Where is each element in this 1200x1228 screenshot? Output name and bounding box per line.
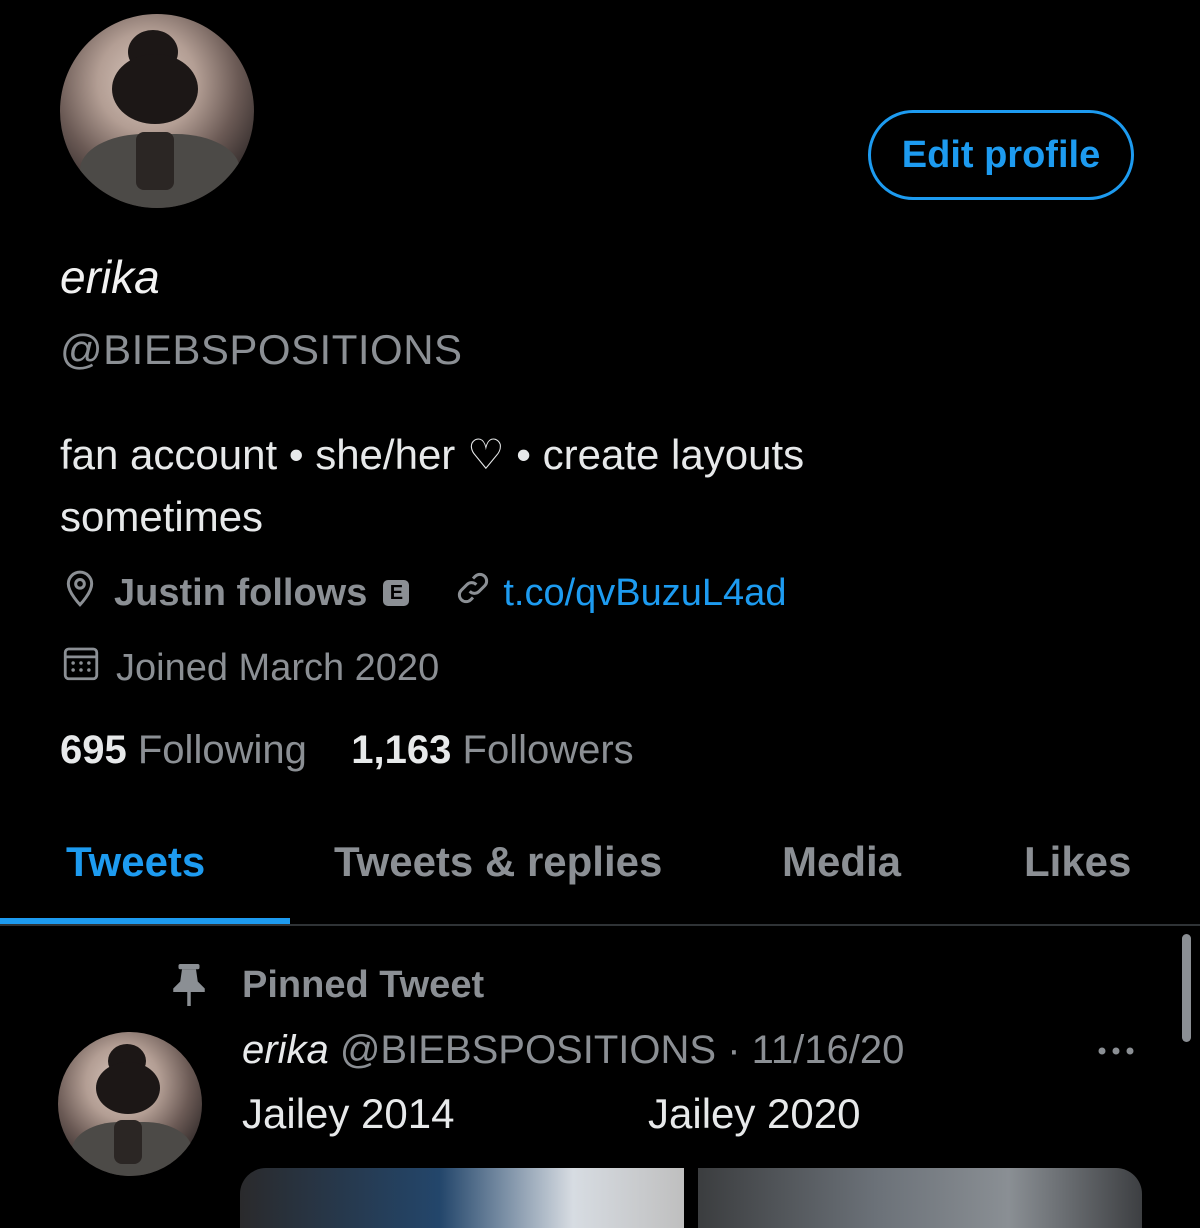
profile-link[interactable]: t.co/qvBuzuL4ad [503, 572, 786, 615]
joined-row: Joined March 2020 [60, 642, 439, 694]
tweet-media-image-1[interactable] [240, 1168, 684, 1228]
joined-date: Joined March 2020 [116, 646, 440, 689]
tweet-text-left: Jailey 2014 [242, 1090, 455, 1137]
followers-label: Followers [462, 728, 634, 772]
more-dots-icon[interactable] [1096, 1044, 1136, 1063]
tweet-header: erika @BIEBSPOSITIONS · 11/16/20 [242, 1028, 904, 1073]
calendar-icon [60, 642, 102, 694]
followers-link[interactable]: 1,163 Followers [351, 728, 633, 772]
user-handle: @BIEBSPOSITIONS [60, 326, 463, 373]
tweet-author-name[interactable]: erika [242, 1028, 329, 1072]
followers-count: 1,163 [351, 728, 452, 772]
following-link[interactable]: 695 Following [60, 728, 307, 772]
location-badge: E [383, 580, 410, 606]
pinned-tweet-label: Pinned Tweet [242, 964, 485, 1006]
tweet-media-image-2[interactable] [698, 1168, 1142, 1228]
profile-meta-row: Justin follows E t.co/qvBuzuL4ad [60, 568, 786, 618]
tabs-divider [0, 924, 1200, 926]
tweet-text-right: Jailey 2020 [648, 1090, 861, 1137]
follow-counts: 695 Following 1,163 Followers [60, 728, 634, 773]
tweet-author-avatar[interactable] [58, 1032, 202, 1176]
pin-icon [168, 962, 210, 1013]
tweet-author-handle[interactable]: @BIEBSPOSITIONS [340, 1028, 716, 1072]
profile-avatar[interactable] [60, 14, 254, 208]
scrollbar[interactable] [1182, 934, 1191, 1042]
profile-bio: fan account • she/her ♡ • create layouts… [60, 431, 805, 540]
location-text: Justin follows [114, 571, 368, 614]
tab-tweets[interactable]: Tweets [66, 838, 205, 886]
tab-tweets-replies[interactable]: Tweets & replies [334, 838, 662, 886]
display-name: erika [60, 251, 160, 303]
tweet-date[interactable]: · 11/16/20 [727, 1028, 904, 1072]
edit-profile-button[interactable]: Edit profile [868, 110, 1134, 200]
link-icon [453, 568, 493, 618]
tab-media[interactable]: Media [782, 838, 901, 886]
location-pin-icon [60, 568, 100, 618]
tab-likes[interactable]: Likes [1024, 838, 1131, 886]
following-label: Following [137, 728, 307, 772]
following-count: 695 [60, 728, 127, 772]
